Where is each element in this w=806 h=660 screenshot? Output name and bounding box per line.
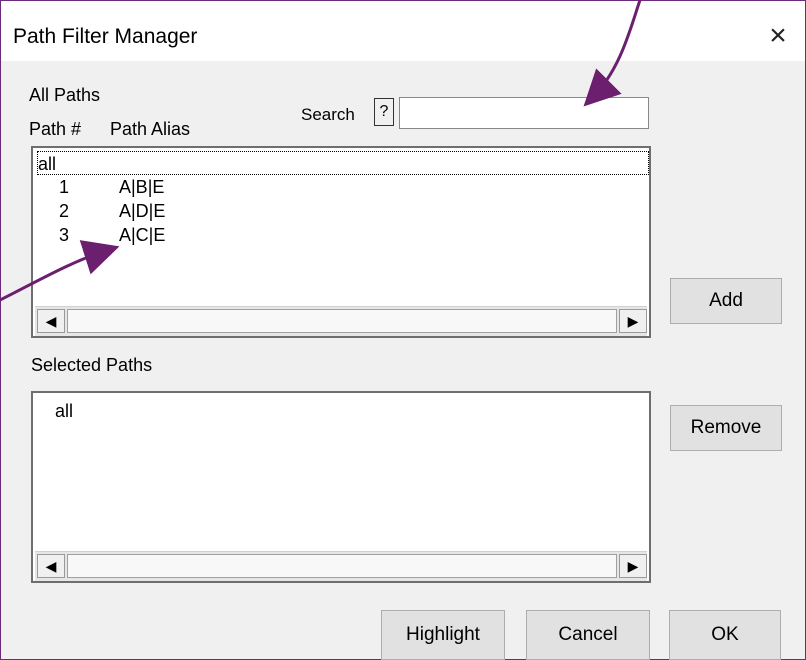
annotation-arrows: [0, 0, 642, 302]
annotation-arrow-path-alias: [0, 240, 120, 302]
annotation-arrow-search: [583, 0, 642, 107]
